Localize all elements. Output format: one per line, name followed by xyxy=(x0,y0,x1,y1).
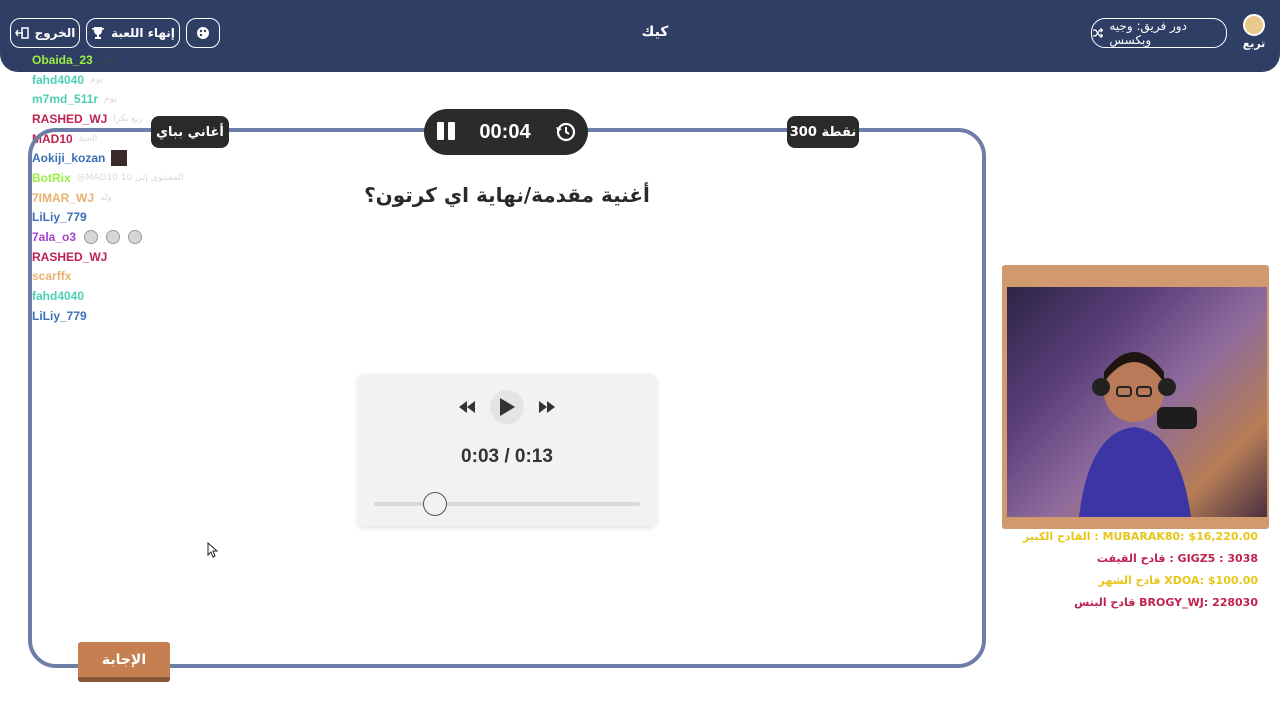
camera-video xyxy=(1007,287,1267,517)
app-logo[interactable]: تربع xyxy=(1240,14,1268,54)
end-game-button[interactable]: إنهاء اللعبة xyxy=(86,18,180,48)
audio-player: 0:03 / 0:13 xyxy=(358,374,656,526)
exit-icon xyxy=(14,27,29,39)
exit-button[interactable]: الخروج xyxy=(10,18,80,48)
end-game-label: إنهاء اللعبة xyxy=(111,26,175,40)
page-title: كيك xyxy=(641,24,669,40)
palette-icon xyxy=(197,27,209,39)
player-controls xyxy=(358,390,656,424)
exit-label: الخروج xyxy=(34,26,76,40)
chat-text: يوم xyxy=(104,94,117,105)
timer-value: 00:04 xyxy=(479,120,531,143)
seek-track[interactable] xyxy=(374,502,640,506)
chat-text: ربع بكرا xyxy=(113,113,143,124)
chat-username[interactable]: RASHED_WJ xyxy=(32,112,107,126)
play-icon xyxy=(500,398,515,416)
chat-username[interactable]: m7md_511r xyxy=(32,92,98,106)
chat-username[interactable]: Obaida_23 xyxy=(32,53,93,67)
palette-button[interactable] xyxy=(186,18,220,48)
chat-text: سمير xyxy=(98,54,120,65)
restart-timer-icon[interactable] xyxy=(554,121,576,143)
player-time: 0:03 / 0:13 xyxy=(461,446,553,467)
trophy-icon xyxy=(92,27,105,39)
fast-forward-icon[interactable] xyxy=(538,400,556,414)
team-turn-label: دور فريق: وجيه وبكسس xyxy=(1109,19,1187,47)
chat-message: Obaida_23 سمير xyxy=(32,50,292,70)
answer-button[interactable]: الإجابة xyxy=(78,642,170,682)
team-turn-button[interactable]: دور فريق: وجيه وبكسس xyxy=(1091,18,1227,48)
rewind-icon[interactable] xyxy=(458,400,476,414)
chat-message: fahd4040 يوم xyxy=(32,70,292,90)
streamer-camera xyxy=(1002,265,1269,529)
leaderboard: القادح الكبير : MUBARAK80: $16,220.00 قاد… xyxy=(1000,530,1258,618)
pause-icon[interactable] xyxy=(436,122,456,142)
streamer-figure xyxy=(1079,352,1197,517)
chat-message: m7md_511r يوم xyxy=(32,89,292,109)
seek-thumb[interactable] xyxy=(423,492,448,516)
mouse-cursor-icon xyxy=(207,542,219,558)
logo-face-icon xyxy=(1243,14,1265,36)
timer: 00:04 xyxy=(424,109,588,155)
play-button[interactable] xyxy=(490,390,524,424)
leaderboard-entry: قادح القيفت : GIGZ5 : 3038 xyxy=(1096,552,1258,565)
logo-text: تربع xyxy=(1242,37,1266,50)
leaderboard-entry: القادح الكبير : MUBARAK80: $16,220.00 xyxy=(1023,530,1258,543)
leaderboard-entry: قادح البتس BROGY_WJ: 228030 xyxy=(1074,596,1258,609)
chat-username[interactable]: fahd4040 xyxy=(32,73,84,87)
points-tag: 300 نقطة xyxy=(787,116,859,148)
shuffle-icon xyxy=(1092,27,1104,39)
leaderboard-entry: قادح الشهر XDOA: $100.00 xyxy=(1098,574,1258,587)
category-tag: أغاني بباي xyxy=(151,116,229,148)
chat-text: يوم xyxy=(90,74,103,85)
question-text: أغنية مقدمة/نهاية اي كرتون؟ xyxy=(364,183,650,207)
